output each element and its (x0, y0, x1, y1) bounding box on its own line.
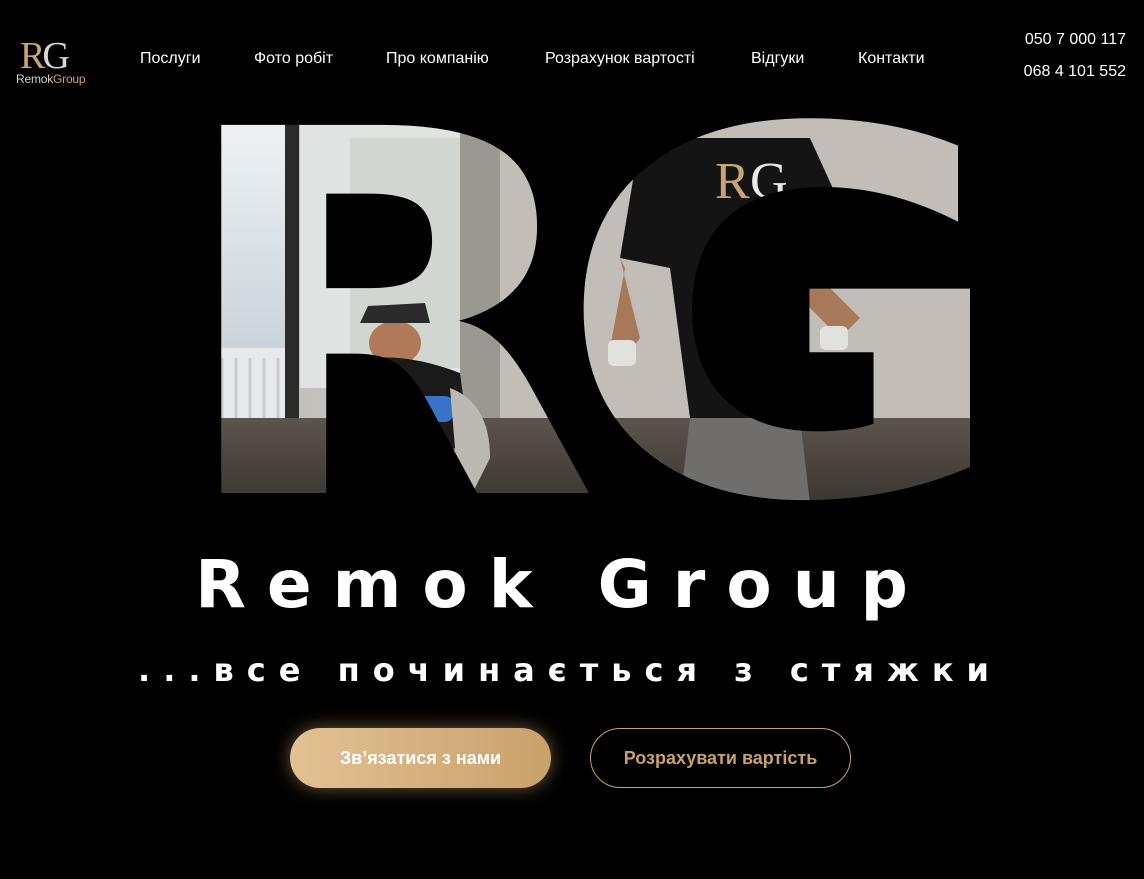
calculate-cost-button[interactable]: Розрахувати вартість (590, 728, 851, 788)
phone-list: 050 7 000 117 068 4 101 552 (1024, 30, 1126, 82)
logo-letter-g: G (42, 35, 70, 77)
nav-item-pricing[interactable]: Розрахунок вартості (545, 50, 695, 68)
hero-title: Remok Group (195, 546, 929, 623)
nav-item-services[interactable]: Послуги (140, 50, 201, 68)
logo-wordmark: RemokGroup (16, 72, 86, 86)
logo-name-main: Remok (16, 72, 54, 86)
svg-text:R: R (715, 153, 750, 210)
phone-link-2[interactable]: 068 4 101 552 (1024, 62, 1126, 82)
nav-item-reviews[interactable]: Відгуки (751, 50, 804, 68)
phone-link-1[interactable]: 050 7 000 117 (1024, 30, 1126, 50)
svg-text:G: G (750, 153, 788, 210)
logo-monogram: RG (20, 35, 70, 77)
site-logo[interactable]: RG RemokGroup (16, 37, 100, 87)
hero-tagline: ...все починається з стяжки (138, 651, 1002, 689)
contact-us-button[interactable]: Зв’язатися з нами (290, 728, 551, 788)
nav-item-contacts[interactable]: Контакти (858, 50, 925, 68)
logo-letter-r: R (20, 35, 45, 77)
hero-rg-photo-letters: RG (170, 118, 970, 504)
hero-letters-graphic: RG (170, 118, 970, 504)
logo-name-group: Group (53, 72, 86, 86)
nav-item-about[interactable]: Про компанію (386, 50, 489, 68)
nav-item-photos[interactable]: Фото робіт (254, 50, 333, 68)
